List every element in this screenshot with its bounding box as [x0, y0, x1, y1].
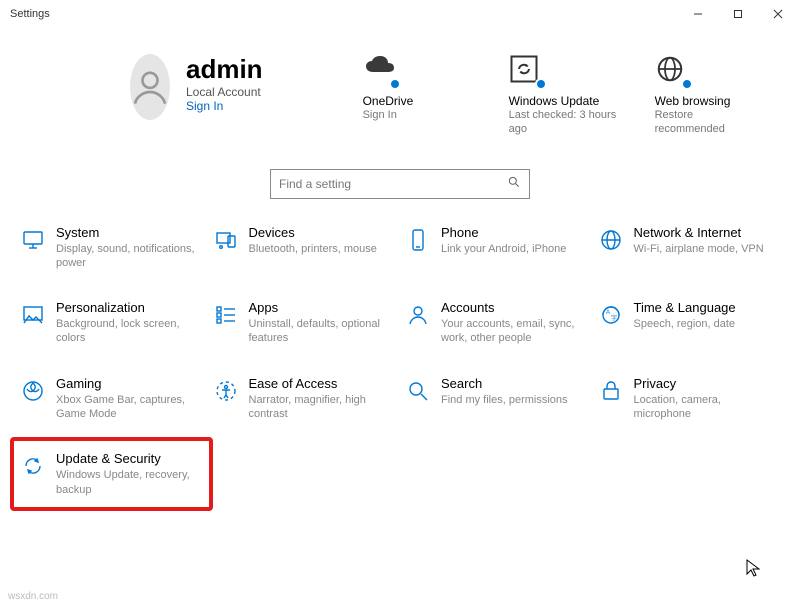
user-name: admin — [186, 54, 263, 85]
web-title: Web browsing — [655, 94, 765, 108]
tile-desc: Your accounts, email, sync, work, other … — [441, 317, 581, 346]
tile-network[interactable]: Network & Internet Wi-Fi, airplane mode, … — [598, 225, 781, 271]
tile-desc: Location, camera, microphone — [634, 393, 774, 422]
search-tile-icon — [405, 378, 431, 404]
time-icon: A字 — [598, 302, 624, 328]
tile-personalization[interactable]: Personalization Background, lock screen, … — [20, 300, 203, 346]
personalization-icon — [20, 302, 46, 328]
update-icon — [509, 54, 543, 88]
onedrive-title: OneDrive — [363, 94, 473, 108]
tile-title: Apps — [249, 300, 389, 315]
devices-icon — [213, 227, 239, 253]
tile-privacy[interactable]: Privacy Location, camera, microphone — [598, 376, 781, 422]
tile-title: Privacy — [634, 376, 774, 391]
phone-icon — [405, 227, 431, 253]
watermark: wsxdn.com — [8, 591, 58, 602]
update-desc: Last checked: 3 hours ago — [509, 108, 619, 137]
tile-desc: Speech, region, date — [634, 317, 736, 331]
account-type: Local Account — [186, 85, 263, 99]
network-icon — [598, 227, 624, 253]
tile-title: Search — [441, 376, 568, 391]
apps-icon — [213, 302, 239, 328]
tile-title: Phone — [441, 225, 566, 240]
tile-title: Devices — [249, 225, 377, 240]
tile-title: Update & Security — [56, 451, 196, 466]
window-title: Settings — [10, 8, 50, 20]
tile-ease-of-access[interactable]: Ease of Access Narrator, magnifier, high … — [213, 376, 396, 422]
tile-system[interactable]: System Display, sound, notifications, pow… — [20, 225, 203, 271]
accounts-icon — [405, 302, 431, 328]
tile-apps[interactable]: Apps Uninstall, defaults, optional featur… — [213, 300, 396, 346]
tile-accounts[interactable]: Accounts Your accounts, email, sync, work… — [405, 300, 588, 346]
svg-text:字: 字 — [611, 314, 617, 322]
web-browsing-status[interactable]: Web browsing Restore recommended — [655, 54, 765, 137]
tile-desc: Bluetooth, printers, mouse — [249, 242, 377, 256]
onedrive-status[interactable]: OneDrive Sign In — [363, 54, 473, 137]
tile-title: Network & Internet — [634, 225, 764, 240]
tile-desc: Xbox Game Bar, captures, Game Mode — [56, 393, 196, 422]
tile-title: Personalization — [56, 300, 196, 315]
tile-desc: Windows Update, recovery, backup — [56, 468, 196, 497]
globe-icon — [655, 54, 689, 88]
tile-title: System — [56, 225, 196, 240]
tile-time[interactable]: A字 Time & Language Speech, region, date — [598, 300, 781, 346]
close-button[interactable] — [758, 0, 798, 28]
tile-devices[interactable]: Devices Bluetooth, printers, mouse — [213, 225, 396, 271]
tile-desc: Uninstall, defaults, optional features — [249, 317, 389, 346]
search-icon — [507, 175, 521, 192]
privacy-icon — [598, 378, 624, 404]
cursor-icon — [746, 559, 760, 582]
tile-title: Accounts — [441, 300, 581, 315]
tile-update-security[interactable]: Update & Security Windows Update, recover… — [10, 437, 213, 511]
titlebar: Settings — [0, 0, 800, 28]
maximize-button[interactable] — [718, 0, 758, 28]
update-security-icon — [20, 453, 46, 479]
onedrive-icon — [363, 54, 397, 88]
search-placeholder: Find a setting — [279, 177, 507, 191]
tile-desc: Find my files, permissions — [441, 393, 568, 407]
tile-title: Ease of Access — [249, 376, 389, 391]
tile-title: Time & Language — [634, 300, 736, 315]
sign-in-link[interactable]: Sign In — [186, 99, 263, 113]
tile-phone[interactable]: Phone Link your Android, iPhone — [405, 225, 588, 271]
user-info: admin Local Account Sign In — [186, 54, 263, 137]
svg-text:A: A — [606, 310, 610, 316]
tile-desc: Wi-Fi, airplane mode, VPN — [634, 242, 764, 256]
onedrive-desc: Sign In — [363, 108, 473, 122]
header: admin Local Account Sign In OneDrive Sig… — [0, 28, 800, 147]
tile-search[interactable]: Search Find my files, permissions — [405, 376, 588, 422]
windows-update-status[interactable]: Windows Update Last checked: 3 hours ago — [509, 54, 619, 137]
tile-desc: Display, sound, notifications, power — [56, 242, 196, 271]
gaming-icon — [20, 378, 46, 404]
settings-grid: System Display, sound, notifications, pow… — [0, 207, 800, 497]
avatar — [130, 54, 170, 120]
ease-icon — [213, 378, 239, 404]
tile-desc: Background, lock screen, colors — [56, 317, 196, 346]
minimize-button[interactable] — [678, 0, 718, 28]
tile-desc: Link your Android, iPhone — [441, 242, 566, 256]
system-icon — [20, 227, 46, 253]
tile-title: Gaming — [56, 376, 196, 391]
tile-desc: Narrator, magnifier, high contrast — [249, 393, 389, 422]
search-input[interactable]: Find a setting — [270, 169, 530, 199]
web-desc: Restore recommended — [655, 108, 765, 137]
update-title: Windows Update — [509, 94, 619, 108]
tile-gaming[interactable]: Gaming Xbox Game Bar, captures, Game Mode — [20, 376, 203, 422]
